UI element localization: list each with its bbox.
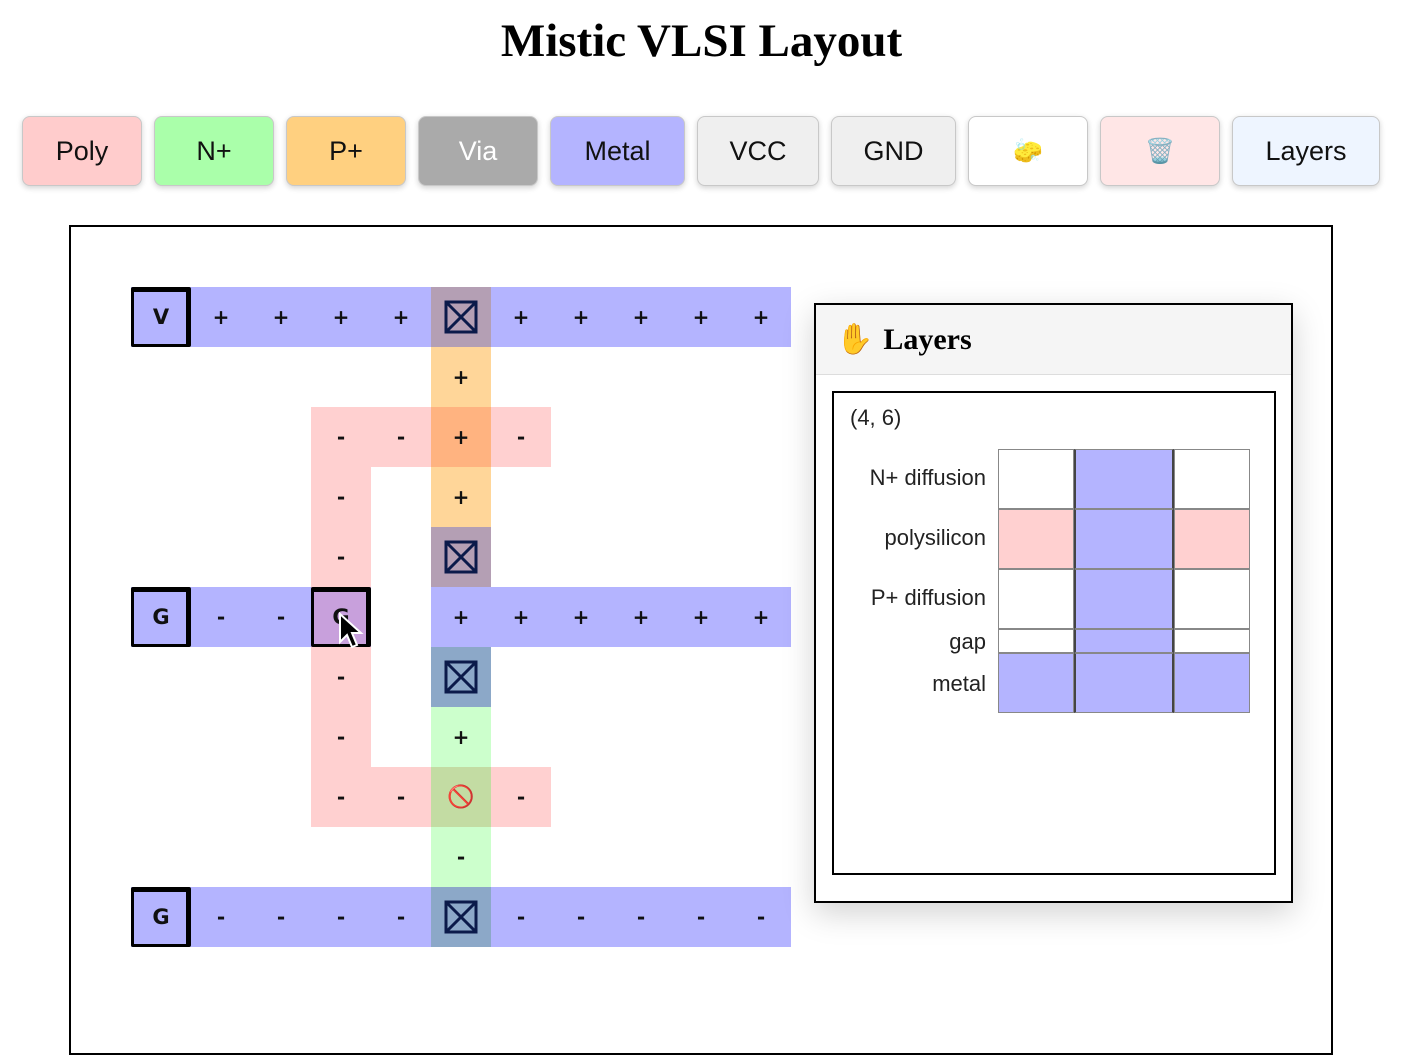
layer-label: polysilicon	[884, 525, 987, 550]
cell-label: +	[392, 305, 410, 329]
layer-cell	[1074, 569, 1174, 629]
layer-stack-view: (4, 6) N+ diffusion polysilicon P+ diffusi…	[832, 391, 1276, 875]
cell-label: +	[632, 305, 650, 329]
cell-label: -	[216, 605, 226, 629]
layer-label: P+ diffusion	[870, 585, 986, 610]
vcc-button-label: VCC	[729, 135, 787, 166]
cell-label: -	[276, 905, 286, 929]
cell-label: -	[396, 905, 406, 929]
terminal-g[interactable]: G	[131, 887, 191, 947]
cell-label: -	[336, 485, 346, 509]
cell-coordinate: (4, 6)	[850, 405, 902, 430]
via-icon	[431, 887, 491, 947]
cell-label: -	[396, 425, 406, 449]
page-title: Mistic VLSI Layout	[500, 15, 903, 67]
cell-label: -	[336, 785, 346, 809]
terminal-g[interactable]: G	[131, 587, 191, 647]
layer-cell	[1174, 653, 1250, 713]
cell-label: +	[452, 725, 470, 749]
cell-label: +	[452, 605, 470, 629]
cell-label: -	[516, 425, 526, 449]
layer-cell	[1174, 509, 1250, 569]
cell-label: +	[512, 605, 530, 629]
layer-cell	[1074, 629, 1174, 653]
cell-label: +	[632, 605, 650, 629]
layer-label: N+ diffusion	[869, 465, 986, 490]
toolbar: Poly N+ P+ Via Metal VCC GND 🧽 🗑️ Layers	[0, 116, 1403, 188]
via-icon	[431, 647, 491, 707]
cell-label: -	[336, 905, 346, 929]
cell-label: -	[576, 905, 586, 929]
trash-icon: 🗑️	[1145, 137, 1175, 165]
layers-panel-header[interactable]: ✋ Layers	[816, 305, 1291, 375]
n-plus-button[interactable]: N+	[154, 116, 274, 186]
gnd-button[interactable]: GND	[831, 116, 956, 186]
eraser-button[interactable]: 🧽	[968, 116, 1088, 186]
prohibited-icon: 🚫	[447, 784, 475, 810]
cell-label: +	[452, 485, 470, 509]
mouse-cursor-icon	[339, 612, 364, 649]
cell-label: -	[456, 845, 466, 869]
poly-button[interactable]: Poly	[22, 116, 142, 186]
layers-panel-title: Layers	[883, 322, 972, 356]
via-button-label: Via	[458, 135, 498, 166]
p-plus-button-label: P+	[329, 135, 363, 166]
layer-cell	[1174, 569, 1250, 629]
cell-label: +	[452, 365, 470, 389]
layers-button-label: Layers	[1265, 135, 1347, 166]
layers-panel: ✋ Layers (4, 6) N+ diffusion polysilicon P…	[814, 303, 1293, 903]
p-plus-button[interactable]: P+	[286, 116, 406, 186]
cell-label: -	[696, 905, 706, 929]
metal-button[interactable]: Metal	[550, 116, 685, 186]
cell-label: +	[332, 305, 350, 329]
layer-cell	[998, 629, 1074, 653]
vcc-button[interactable]: VCC	[697, 116, 819, 186]
cell-label: -	[636, 905, 646, 929]
cell-label: +	[572, 605, 590, 629]
layer-cell	[1174, 449, 1250, 509]
via-icon	[431, 287, 491, 347]
cell-label: +	[692, 305, 710, 329]
gnd-button-label: GND	[863, 135, 924, 166]
cell-label: -	[336, 725, 346, 749]
sponge-icon: 🧽	[1013, 137, 1043, 165]
cell-label: +	[212, 305, 230, 329]
layer-label: gap	[949, 629, 986, 654]
via-button[interactable]: Via	[418, 116, 538, 186]
cell-label: -	[516, 785, 526, 809]
cell-label: -	[336, 425, 346, 449]
cell-label: -	[516, 905, 526, 929]
hand-icon[interactable]: ✋	[836, 322, 873, 357]
layer-cell	[1074, 653, 1174, 713]
layer-cell	[1074, 509, 1174, 569]
layer-cell	[998, 509, 1074, 569]
layer-cell	[998, 653, 1074, 713]
cell-label: -	[336, 665, 346, 689]
cell-label: -	[336, 545, 346, 569]
clear-button[interactable]: 🗑️	[1100, 116, 1220, 186]
terminal-v[interactable]: V	[131, 287, 191, 347]
cell-label: +	[692, 605, 710, 629]
cell-label: +	[752, 605, 770, 629]
layer-label: metal	[932, 671, 986, 696]
cell-label: +	[452, 425, 470, 449]
cell-label: -	[276, 605, 286, 629]
layers-button[interactable]: Layers	[1232, 116, 1380, 186]
layer-cell	[998, 449, 1074, 509]
via-icon	[431, 527, 491, 587]
cell-label: +	[272, 305, 290, 329]
cell-label: +	[572, 305, 590, 329]
layer-cell	[1174, 629, 1250, 653]
metal-button-label: Metal	[584, 135, 651, 166]
cell-label: -	[216, 905, 226, 929]
cell-label: +	[512, 305, 530, 329]
n-plus-button-label: N+	[196, 135, 232, 166]
poly-button-label: Poly	[55, 135, 109, 166]
layer-cell	[998, 569, 1074, 629]
cell-label: -	[396, 785, 406, 809]
layer-cell	[1074, 449, 1174, 509]
cell-label: -	[756, 905, 766, 929]
cell-label: +	[752, 305, 770, 329]
